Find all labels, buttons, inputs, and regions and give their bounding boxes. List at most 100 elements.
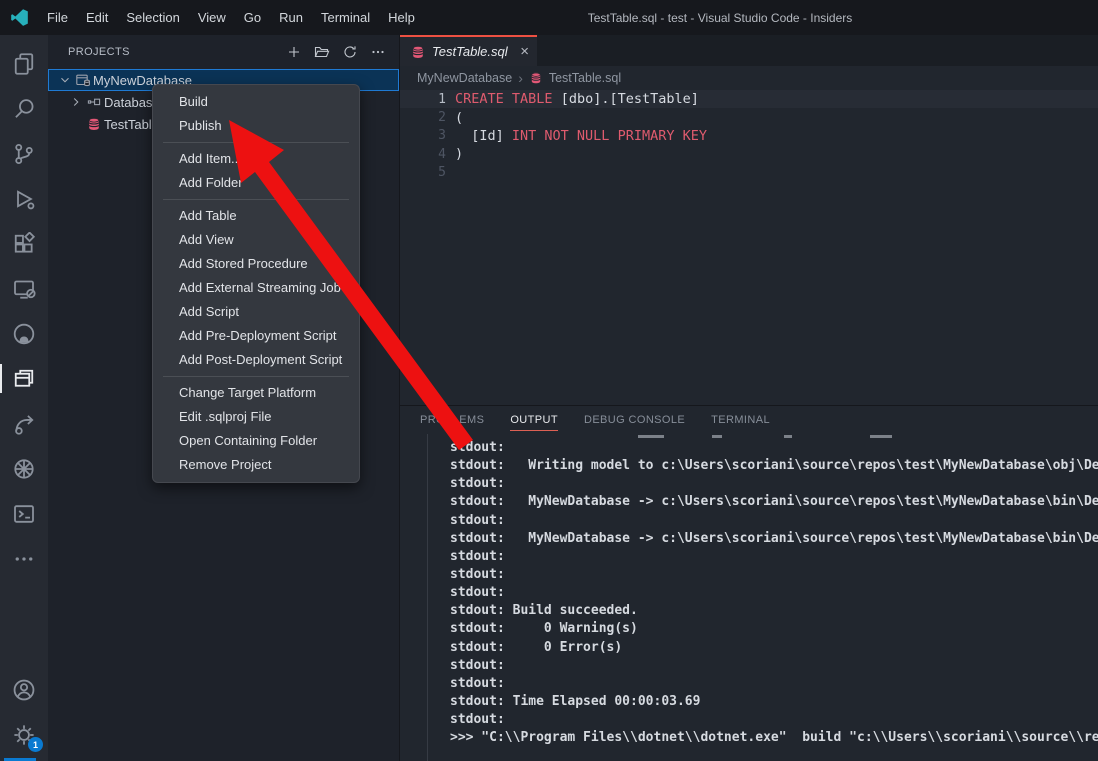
breadcrumb-file[interactable]: TestTable.sql <box>549 71 621 85</box>
menu-terminal[interactable]: Terminal <box>312 0 379 35</box>
menu-selection[interactable]: Selection <box>117 0 188 35</box>
context-menu-item-add-external-streaming-job[interactable]: Add External Streaming Job <box>153 276 359 300</box>
panel-tab-terminal[interactable]: TERMINAL <box>711 406 770 434</box>
output-line: stdout: 0 Error(s) <box>450 640 1098 658</box>
output-line: stdout: <box>450 513 1098 531</box>
remote-explorer-icon[interactable] <box>0 266 48 311</box>
line-number: 5 <box>400 165 446 180</box>
line-number: 1 <box>400 92 446 107</box>
clipped-output-line <box>712 435 722 438</box>
context-menu-item-publish[interactable]: Publish <box>153 114 359 138</box>
explorer-icon[interactable] <box>0 41 48 86</box>
output-line: stdout: <box>450 440 1098 458</box>
output-line: stdout: <box>450 567 1098 585</box>
menu-run[interactable]: Run <box>270 0 312 35</box>
output-line: stdout: <box>450 549 1098 567</box>
panel-tab-problems[interactable]: PROBLEMS <box>420 406 484 434</box>
output-line: stdout: <box>450 676 1098 694</box>
close-tab-icon[interactable]: × <box>520 44 529 59</box>
chevron-right-icon <box>68 95 84 109</box>
title-bar: FileEditSelectionViewGoRunTerminalHelp T… <box>0 0 1098 35</box>
editor-group: TestTable.sql × MyNewDatabase › TestTabl… <box>400 35 1098 761</box>
code-line-3: 3 [Id] INT NOT NULL PRIMARY KEY <box>400 127 1098 145</box>
panel-tab-debug-console[interactable]: DEBUG CONSOLE <box>584 406 685 434</box>
code-text: ) <box>446 146 463 162</box>
code-editor[interactable]: 1CREATE TABLE [dbo].[TestTable]2(3 [Id] … <box>400 90 1098 405</box>
context-menu-item-add-stored-procedure[interactable]: Add Stored Procedure <box>153 252 359 276</box>
context-menu-item-add-item[interactable]: Add Item... <box>153 147 359 171</box>
chevron-right-icon: › <box>518 70 523 86</box>
context-menu-item-add-post-deployment-script[interactable]: Add Post-Deployment Script <box>153 348 359 372</box>
output-console[interactable]: stdout:stdout: Writing model to c:\Users… <box>400 434 1098 761</box>
context-menu-item-add-folder[interactable]: Add Folder <box>153 171 359 195</box>
menu-view[interactable]: View <box>189 0 235 35</box>
output-line: stdout: Writing model to c:\Users\scoria… <box>450 458 1098 476</box>
output-line: stdout: Time Elapsed 00:00:03.69 <box>450 694 1098 712</box>
output-line: stdout: MyNewDatabase -> c:\Users\scoria… <box>450 494 1098 512</box>
context-menu-item-add-table[interactable]: Add Table <box>153 204 359 228</box>
project-icon <box>73 72 93 88</box>
sidebar-header: PROJECTS <box>48 35 399 69</box>
code-text: ( <box>446 110 463 126</box>
context-menu-item-remove-project[interactable]: Remove Project <box>153 453 359 477</box>
menu-separator <box>163 142 349 143</box>
activity-bar: 1 <box>0 35 48 761</box>
output-line: stdout: MyNewDatabase -> c:\Users\scoria… <box>450 531 1098 549</box>
code-line-1: 1CREATE TABLE [dbo].[TestTable] <box>400 90 1098 108</box>
breadcrumb: MyNewDatabase › TestTable.sql <box>400 66 1098 90</box>
context-menu-item-edit-sqlproj-file[interactable]: Edit .sqlproj File <box>153 405 359 429</box>
menu-help[interactable]: Help <box>379 0 424 35</box>
breadcrumb-project[interactable]: MyNewDatabase <box>417 71 512 85</box>
context-menu-item-change-target-platform[interactable]: Change Target Platform <box>153 381 359 405</box>
menu-separator <box>163 376 349 377</box>
line-number: 4 <box>400 147 446 162</box>
context-menu-item-add-script[interactable]: Add Script <box>153 300 359 324</box>
menu-edit[interactable]: Edit <box>77 0 117 35</box>
search-icon[interactable] <box>0 86 48 131</box>
sql-migration-icon[interactable] <box>0 401 48 446</box>
source-control-icon[interactable] <box>0 131 48 176</box>
database-file-icon <box>410 44 426 60</box>
menu-file[interactable]: File <box>38 0 77 35</box>
context-menu-item-add-view[interactable]: Add View <box>153 228 359 252</box>
extensions-icon[interactable] <box>0 221 48 266</box>
chevron-down-icon <box>57 73 73 87</box>
line-number: 3 <box>400 128 446 143</box>
output-line: stdout: <box>450 585 1098 603</box>
more-icon[interactable] <box>367 41 389 63</box>
more-icon[interactable] <box>0 536 48 581</box>
code-text: CREATE TABLE [dbo].[TestTable] <box>446 91 699 107</box>
database-projects-icon[interactable] <box>0 356 48 401</box>
database-file-icon <box>84 116 104 132</box>
run-and-debug-icon[interactable] <box>0 176 48 221</box>
menu-separator <box>163 199 349 200</box>
settings-icon[interactable]: 1 <box>0 712 48 757</box>
reference-icon <box>84 94 104 110</box>
panel-tab-output[interactable]: OUTPUT <box>510 406 558 434</box>
refresh-icon[interactable] <box>339 41 361 63</box>
context-menu-item-open-containing-folder[interactable]: Open Containing Folder <box>153 429 359 453</box>
sidebar-title: PROJECTS <box>68 46 283 58</box>
add-icon[interactable] <box>283 41 305 63</box>
vscode-window: FileEditSelectionViewGoRunTerminalHelp T… <box>0 0 1098 761</box>
kubernetes-icon[interactable] <box>0 446 48 491</box>
vscode-insiders-logo <box>0 8 38 27</box>
window-title: TestTable.sql - test - Visual Studio Cod… <box>555 11 885 25</box>
github-icon[interactable] <box>0 311 48 356</box>
context-menu-item-add-pre-deployment-script[interactable]: Add Pre-Deployment Script <box>153 324 359 348</box>
output-line: >>> "C:\\Program Files\\dotnet\\dotnet.e… <box>450 730 1098 748</box>
context-menu-item-build[interactable]: Build <box>153 90 359 114</box>
output-line: stdout: <box>450 712 1098 730</box>
editor-tab-bar: TestTable.sql × <box>400 35 1098 66</box>
menu-go[interactable]: Go <box>235 0 270 35</box>
output-line: stdout: 0 Warning(s) <box>450 621 1098 639</box>
bottom-panel: PROBLEMS OUTPUT DEBUG CONSOLE TERMINAL stdo… <box>400 405 1098 761</box>
open-folder-icon[interactable] <box>311 41 333 63</box>
database-file-icon <box>529 71 543 85</box>
accounts-icon[interactable] <box>0 667 48 712</box>
terminal-shell-icon[interactable] <box>0 491 48 536</box>
output-line: stdout: Build succeeded. <box>450 603 1098 621</box>
code-line-2: 2( <box>400 108 1098 126</box>
tab-testtable-sql[interactable]: TestTable.sql × <box>400 35 537 66</box>
menu-bar: FileEditSelectionViewGoRunTerminalHelp <box>38 0 424 35</box>
